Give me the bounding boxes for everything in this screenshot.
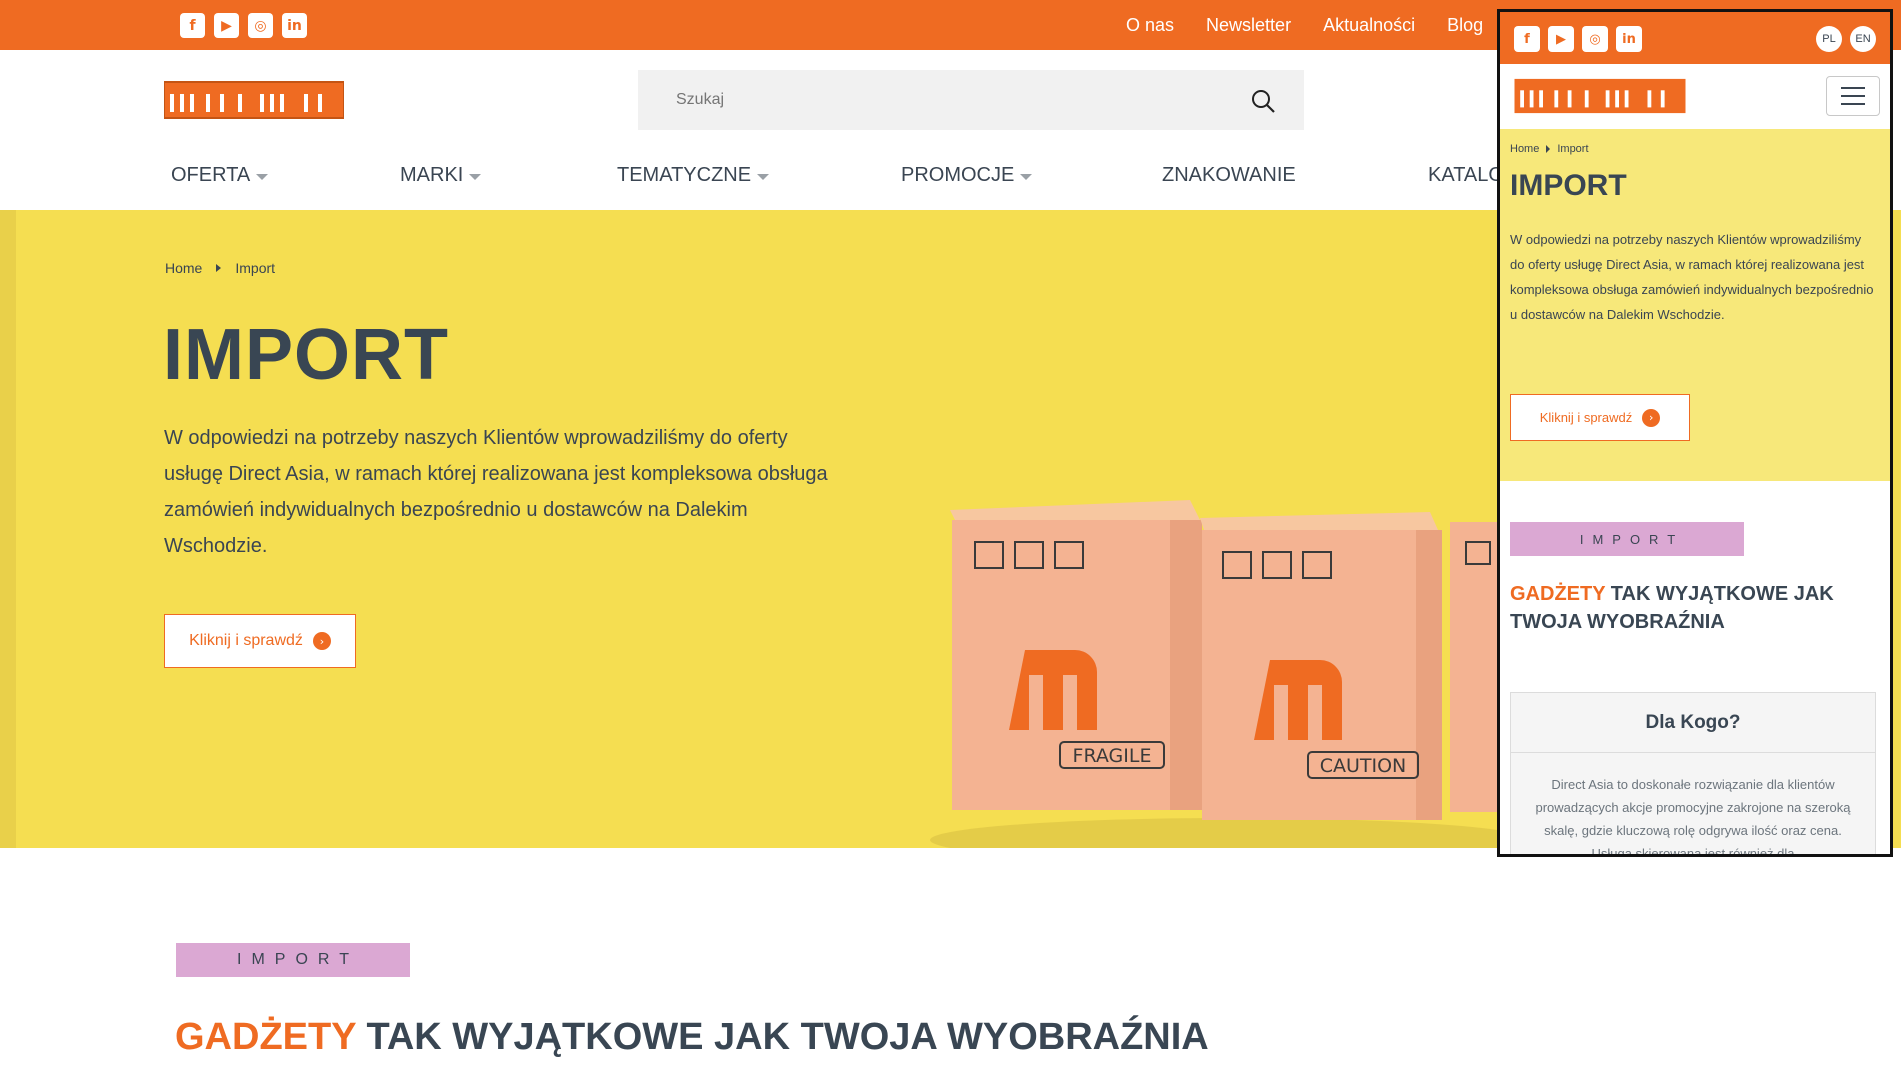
mobile-hero: Home Import IMPORT W odpowiedzi na potrz…: [1500, 129, 1890, 481]
hero-description: W odpowiedzi na potrzeby naszych Klientó…: [164, 427, 828, 557]
mobile-check-button[interactable]: Kliknij i sprawdź ›: [1510, 394, 1690, 441]
search-icon[interactable]: [1250, 88, 1276, 114]
mobile-breadcrumb: Home Import: [1510, 143, 1589, 155]
boxes-illustration: FRAGILE CAUTION: [930, 500, 1550, 848]
card-title: Dla Kogo?: [1511, 693, 1875, 753]
language-switcher: PL EN: [1816, 26, 1876, 52]
hamburger-icon[interactable]: [1826, 76, 1880, 116]
mobile-hero-description: W odpowiedzi na potrzeby naszych Klientó…: [1510, 232, 1874, 322]
card-text: Direct Asia to doskonałe rozwiązanie dla…: [1535, 777, 1851, 857]
section-title-accent: GADŻETY: [1510, 583, 1606, 605]
page: f ▶ ◎ in O nas Newsletter Aktualności Bl…: [0, 0, 1901, 1078]
mobile-social-links: f ▶ ◎ in: [1514, 26, 1642, 52]
nav-item-promocje[interactable]: PROMOCJE: [901, 164, 1033, 187]
arrow-right-icon: ›: [312, 632, 331, 650]
youtube-icon[interactable]: ▶: [214, 13, 239, 38]
section-title: GADŻETY TAK WYJĄTKOWE JAK TWOJA WYOBRAŹN…: [175, 1016, 1209, 1059]
chevron-down-icon: [469, 173, 482, 180]
section-title-rest: TAK WYJĄTKOWE JAK TWOJA WYOBRAŹNIA: [366, 1016, 1209, 1058]
chevron-down-icon: [757, 173, 770, 180]
youtube-icon[interactable]: ▶: [1548, 26, 1574, 52]
nav-item-katalogi[interactable]: KATALO: [1428, 164, 1504, 187]
top-link-o-nas[interactable]: O nas: [1126, 15, 1174, 36]
hero-edge: [0, 210, 16, 848]
chevron-down-icon: [1020, 173, 1033, 180]
caution-label: CAUTION: [1320, 755, 1407, 777]
nav-item-label: MARKI: [400, 164, 464, 186]
top-link-newsletter[interactable]: Newsletter: [1206, 15, 1291, 36]
breadcrumb: Home Import: [165, 260, 275, 276]
mobile-section-tag: IMPORT: [1510, 522, 1744, 556]
check-button-label: Kliknij i sprawdź: [189, 632, 303, 649]
nav-item-label: PROMOCJE: [901, 164, 1015, 186]
page-title: IMPORT: [163, 315, 449, 395]
macma-logo[interactable]: [164, 80, 344, 120]
instagram-icon[interactable]: ◎: [248, 13, 273, 38]
nav-item-tematyczne[interactable]: TEMATYCZNE: [617, 164, 770, 187]
chevron-right-icon: [1546, 145, 1551, 153]
instagram-icon[interactable]: ◎: [1582, 26, 1608, 52]
breadcrumb-home[interactable]: Home: [1510, 143, 1539, 155]
top-link-aktualnosci[interactable]: Aktualności: [1323, 15, 1415, 36]
nav-item-marki[interactable]: MARKI: [400, 164, 482, 187]
mobile-preview: f ▶ ◎ in PL EN Home Import IMPORT W odpo…: [1497, 9, 1893, 857]
mobile-header: [1500, 64, 1890, 129]
chevron-right-icon: [216, 264, 222, 272]
top-link-blog[interactable]: Blog: [1447, 15, 1483, 36]
macma-logo[interactable]: [1510, 77, 1690, 115]
check-button[interactable]: Kliknij i sprawdź ›: [164, 614, 356, 668]
facebook-icon[interactable]: f: [180, 13, 205, 38]
nav-item-label: ZNAKOWANIE: [1162, 164, 1296, 186]
nav-item-znakowanie[interactable]: ZNAKOWANIE: [1162, 164, 1296, 187]
chevron-down-icon: [256, 173, 269, 180]
fragile-label: FRAGILE: [1073, 745, 1152, 767]
nav-item-label: TEMATYCZNE: [617, 164, 752, 186]
check-button-label: Kliknij i sprawdź: [1539, 410, 1633, 425]
section-tag: IMPORT: [176, 943, 410, 977]
mobile-page-title: IMPORT: [1510, 169, 1627, 202]
linkedin-icon[interactable]: in: [282, 13, 307, 38]
nav-item-oferta[interactable]: OFERTA: [171, 164, 269, 187]
arrow-right-icon: ›: [1642, 408, 1661, 427]
section-title-accent: GADŻETY: [175, 1016, 356, 1058]
for-whom-card: Dla Kogo? Direct Asia to doskonałe rozwi…: [1510, 692, 1876, 857]
search-input[interactable]: [638, 70, 1238, 130]
breadcrumb-current: Import: [235, 260, 276, 276]
top-links: O nas Newsletter Aktualności Blog: [1126, 0, 1483, 50]
lang-pl-button[interactable]: PL: [1816, 26, 1842, 52]
lang-en-button[interactable]: EN: [1850, 26, 1876, 52]
breadcrumb-current: Import: [1557, 143, 1589, 155]
nav-item-label: OFERTA: [171, 164, 251, 186]
linkedin-icon[interactable]: in: [1616, 26, 1642, 52]
facebook-icon[interactable]: f: [1514, 26, 1540, 52]
search-bar: [638, 70, 1304, 130]
breadcrumb-home[interactable]: Home: [165, 260, 202, 276]
social-links: f ▶ ◎ in: [180, 13, 307, 38]
nav-item-label: KATALO: [1428, 164, 1504, 186]
mobile-section-title: GADŻETY TAK WYJĄTKOWE JAK TWOJA WYOBRAŹN…: [1510, 580, 1850, 636]
mobile-top-bar: f ▶ ◎ in PL EN: [1500, 12, 1890, 64]
